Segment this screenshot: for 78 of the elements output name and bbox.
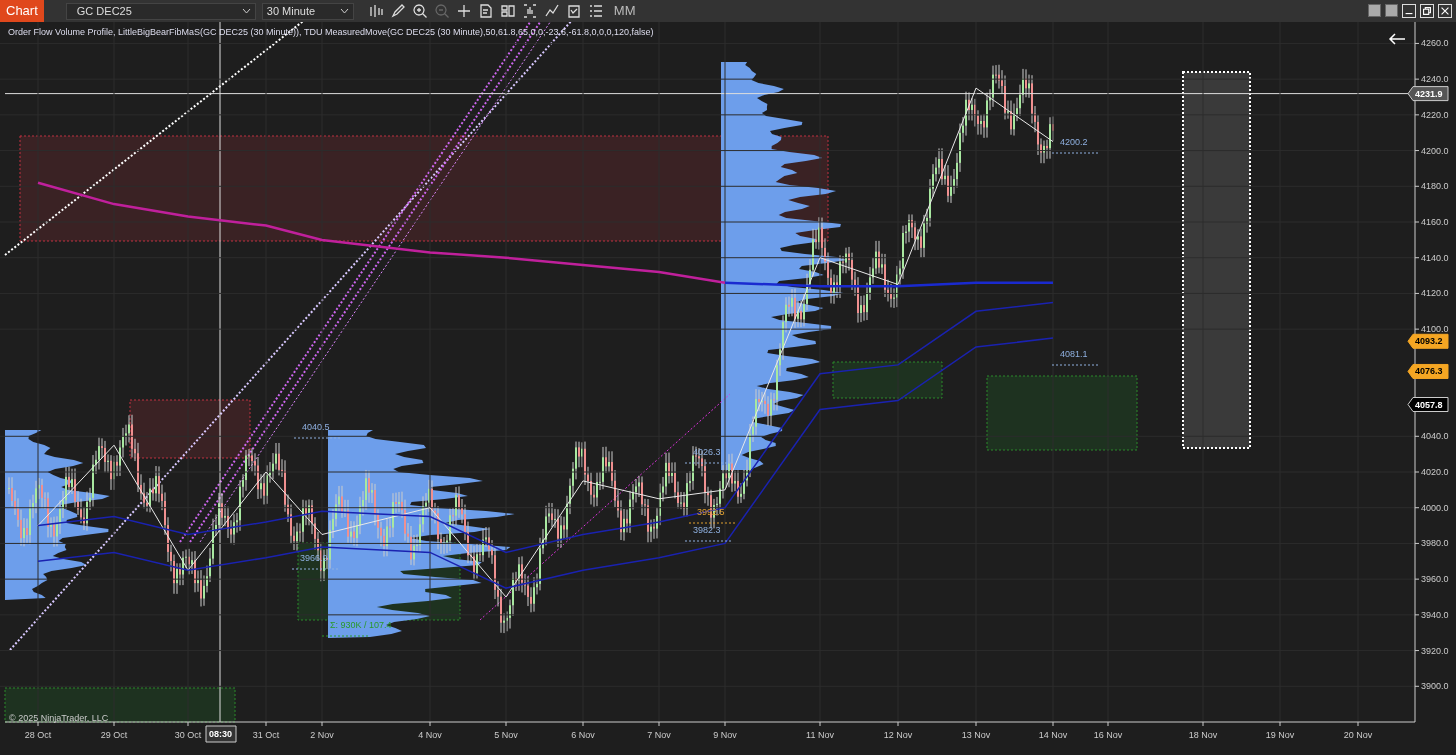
minimize-icon[interactable] (1402, 4, 1416, 18)
date-axis-label: 11 Nov (806, 730, 834, 740)
list-icon[interactable] (587, 3, 604, 19)
document-icon[interactable] (477, 3, 494, 19)
price-tag: 4076.3 (1407, 363, 1449, 379)
price-axis-label: 4040.0 (1421, 431, 1449, 442)
price-tag: 4093.2 (1407, 333, 1449, 349)
mm-button[interactable]: MM (609, 1, 640, 21)
level-line (293, 437, 343, 439)
level-line (1051, 152, 1101, 154)
pencil-icon[interactable] (389, 3, 406, 19)
bar-chart-icon[interactable] (367, 3, 384, 19)
date-axis-label: 30 Oct (174, 730, 202, 740)
price-axis-label: 4120.0 (1421, 288, 1449, 299)
level-line (684, 540, 734, 542)
date-axis-label: 2 Nov (310, 730, 334, 740)
chart-tab[interactable]: Chart (0, 0, 44, 22)
date-axis-label: 28 Oct (24, 730, 52, 740)
date-axis-label: 14 Nov (1038, 730, 1068, 740)
level-label: 4081.1 (1060, 349, 1088, 359)
caret-icon (241, 8, 251, 14)
crosshair-price-tag: 4231.9 (1407, 86, 1449, 102)
level-label: 3982.3 (693, 525, 721, 535)
copyright-text: © 2025 NinjaTrader, LLC (9, 711, 109, 725)
price-axis-label: 4180.0 (1421, 181, 1449, 192)
price-axis-label: 4260.0 (1421, 38, 1449, 49)
price-axis-label: 4220.0 (1421, 109, 1449, 120)
date-axis-label: 13 Nov (961, 730, 991, 740)
price-axis-label: 4000.0 (1421, 502, 1449, 513)
price-axis-label: 4160.0 (1421, 217, 1449, 227)
window-tile-button[interactable] (1368, 4, 1381, 17)
price-tag: 4057.8 (1407, 397, 1449, 412)
instrument-dropdown[interactable]: GC DEC25 (65, 2, 256, 20)
level-label: 4200.2 (1060, 137, 1088, 147)
price-axis-label: 3980.0 (1421, 538, 1449, 549)
crosshair-time-tag: 08:30 (205, 725, 237, 743)
level-label: 4040.5 (302, 422, 330, 432)
date-axis-label: 5 Nov (494, 730, 518, 740)
price-axis-label: 3900.0 (1421, 681, 1449, 692)
date-axis-label: 29 Oct (100, 730, 128, 740)
level-label: 4026.3 (693, 447, 721, 457)
restore-icon[interactable] (1420, 4, 1434, 18)
price-axis-label: 3960.0 (1421, 574, 1449, 585)
price-axis-label: 4100.0 (1421, 324, 1449, 335)
price-axis-label: 4140.0 (1421, 252, 1449, 263)
interval-dropdown[interactable]: 30 Minute (261, 2, 354, 20)
price-axis-label: 4240.0 (1421, 74, 1449, 85)
caret-icon (339, 8, 349, 14)
date-axis-label: 12 Nov (883, 730, 913, 740)
price-axis-label: 4020.0 (1421, 467, 1449, 477)
price-axis-label: 4200.0 (1421, 145, 1449, 156)
date-axis-label: 6 Nov (571, 730, 595, 740)
panel-icon[interactable] (499, 3, 516, 19)
date-axis-label: 20 Nov (1343, 730, 1373, 740)
price-axis-label: 3920.0 (1421, 645, 1449, 656)
price-axis-label: 3940.0 (1421, 609, 1449, 620)
level-line (291, 568, 341, 570)
line-chart-icon[interactable] (543, 3, 560, 19)
clipboard-icon[interactable] (565, 3, 582, 19)
date-axis-label: 4 Nov (418, 730, 442, 740)
date-axis-label: 7 Nov (647, 730, 671, 740)
zoom-in-icon[interactable] (411, 3, 428, 19)
level-line (688, 522, 738, 524)
close-icon[interactable] (1438, 4, 1452, 18)
plus-icon[interactable] (455, 3, 472, 19)
date-axis-label: 9 Nov (713, 730, 737, 740)
date-axis-label: 19 Nov (1265, 730, 1295, 740)
indicator-label: Order Flow Volume Profile, LittleBigBearFibMaS(GC DEC25 (30 Minute)), TDU MeasuredMove(GC DEC25 (30 Minute),50,61.8,65,0,0,-23.6,-61.8,0,0,0,120,false) (8, 26, 654, 39)
window-tile-button[interactable] (1385, 4, 1398, 17)
date-axis-label: 31 Oct (252, 730, 280, 740)
level-label: Σ: 930K / 107.4 (330, 620, 392, 630)
date-axis-label: 16 Nov (1093, 730, 1123, 740)
level-line (321, 635, 371, 637)
level-line (1051, 364, 1101, 366)
chart-frame-icon[interactable] (521, 3, 538, 19)
level-line (684, 462, 734, 464)
back-arrow-icon[interactable] (1390, 34, 1405, 44)
date-axis-label: 18 Nov (1188, 730, 1218, 740)
